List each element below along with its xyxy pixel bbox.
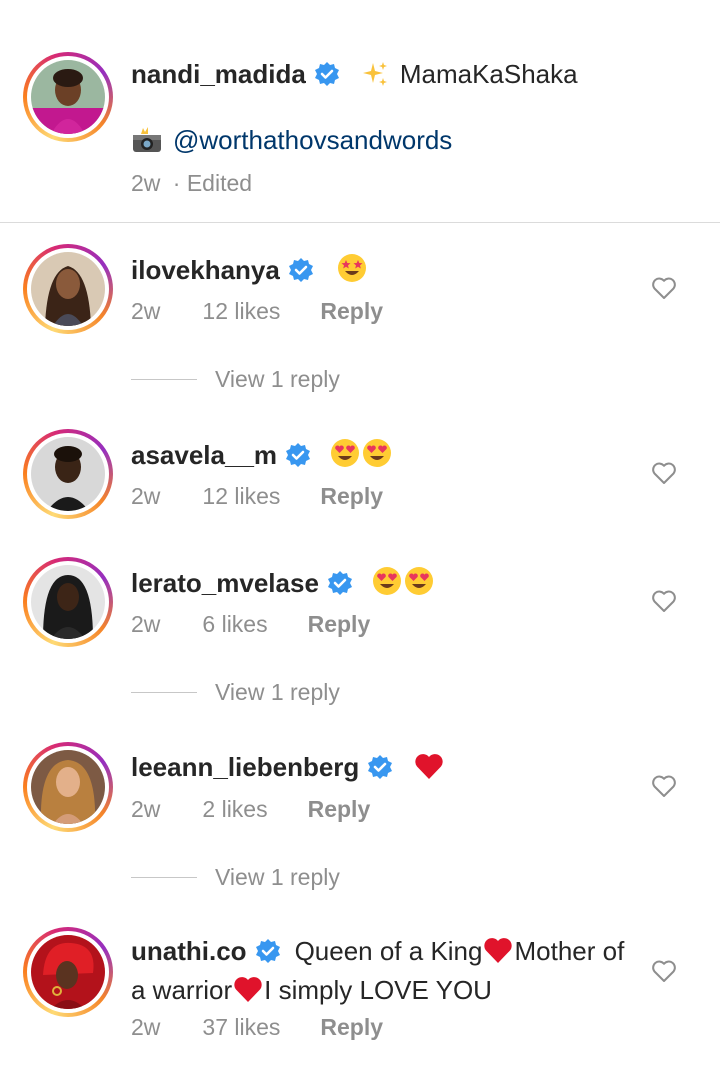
timestamp: 2w [131,483,161,509]
camera-flash-icon [131,126,163,162]
avatar[interactable] [23,429,113,519]
reply-button[interactable]: Reply [308,796,371,823]
divider [0,222,720,223]
verified-badge-icon [314,61,340,95]
mention-link[interactable]: @worthathovsandwords [173,125,452,155]
post-caption: nandi_madida MamaKaShaka @worthathovsandw… [0,0,720,222]
comment-text: I simply LOVE YOU [264,975,492,1005]
username[interactable]: asavela__m [131,440,277,470]
heart-eyes-emoji-icon [361,437,393,477]
like-heart-icon[interactable] [651,461,677,485]
avatar[interactable] [23,52,113,142]
verified-badge-icon [327,570,353,604]
comment-meta: 2w 2 likes Reply [131,796,370,823]
verified-badge-icon [288,257,314,291]
view-replies[interactable]: View 1 reply [131,679,340,709]
username[interactable]: leeann_liebenberg [131,752,359,782]
comment-line: lerato_mvelase [131,565,641,605]
red-heart-emoji-icon [482,935,514,973]
like-heart-icon[interactable] [651,959,677,983]
comment-meta: 2w 37 likes Reply [131,1014,383,1041]
avatar[interactable] [23,244,113,334]
verified-badge-icon [367,754,393,788]
caption-credit: @worthathovsandwords [131,123,641,162]
like-count[interactable]: 37 likes [202,1014,280,1041]
view-replies-label[interactable]: View 1 reply [215,864,340,891]
comment-line: leeann_liebenberg [131,750,641,789]
view-replies[interactable]: View 1 reply [131,864,340,894]
sparkles-icon [362,60,390,96]
star-struck-emoji-icon [336,252,368,292]
like-heart-icon[interactable] [651,589,677,613]
view-replies[interactable]: View 1 reply [131,366,340,396]
caption-text: MamaKaShaka [399,59,578,89]
red-heart-emoji-icon [232,974,264,1012]
caption-meta: 2w · Edited [131,170,252,197]
view-replies-label[interactable]: View 1 reply [215,366,340,393]
heart-eyes-emoji-icon [371,565,403,605]
reply-button[interactable]: Reply [320,483,383,510]
username[interactable]: lerato_mvelase [131,568,319,598]
edited-label: · Edited [172,170,253,196]
like-count[interactable]: 12 likes [202,483,280,510]
verified-badge-icon [285,442,311,476]
reply-button[interactable]: Reply [320,1014,383,1041]
heart-eyes-emoji-icon [329,437,361,477]
comment-line: ilovekhanya [131,252,641,292]
avatar[interactable] [23,742,113,832]
reply-button[interactable]: Reply [320,298,383,325]
like-count[interactable]: 6 likes [202,611,267,638]
reply-button[interactable]: Reply [308,611,371,638]
comment-text: Queen of a King [294,936,483,966]
verified-badge-icon [255,938,281,972]
avatar[interactable] [23,927,113,1017]
timestamp: 2w [131,170,161,196]
heart-eyes-emoji-icon [403,565,435,605]
timestamp: 2w [131,298,161,324]
username[interactable]: unathi.co [131,936,247,966]
like-heart-icon[interactable] [651,276,677,300]
timestamp: 2w [131,611,161,637]
red-heart-emoji-icon [413,751,445,789]
comment-meta: 2w 12 likes Reply [131,483,383,510]
comment-meta: 2w 6 likes Reply [131,611,370,638]
timestamp: 2w [131,1014,161,1040]
timestamp: 2w [131,796,161,822]
caption-line: nandi_madida MamaKaShaka [131,57,641,96]
like-count[interactable]: 2 likes [202,796,267,823]
username[interactable]: nandi_madida [131,59,306,89]
comment-meta: 2w 12 likes Reply [131,298,383,325]
username[interactable]: ilovekhanya [131,255,280,285]
like-heart-icon[interactable] [651,774,677,798]
comment-line: asavela__m [131,437,641,477]
avatar[interactable] [23,557,113,647]
comment-line: unathi.co Queen of a King Mother of a warr… [131,934,641,1012]
like-count[interactable]: 12 likes [202,298,280,325]
view-replies-label[interactable]: View 1 reply [215,679,340,706]
